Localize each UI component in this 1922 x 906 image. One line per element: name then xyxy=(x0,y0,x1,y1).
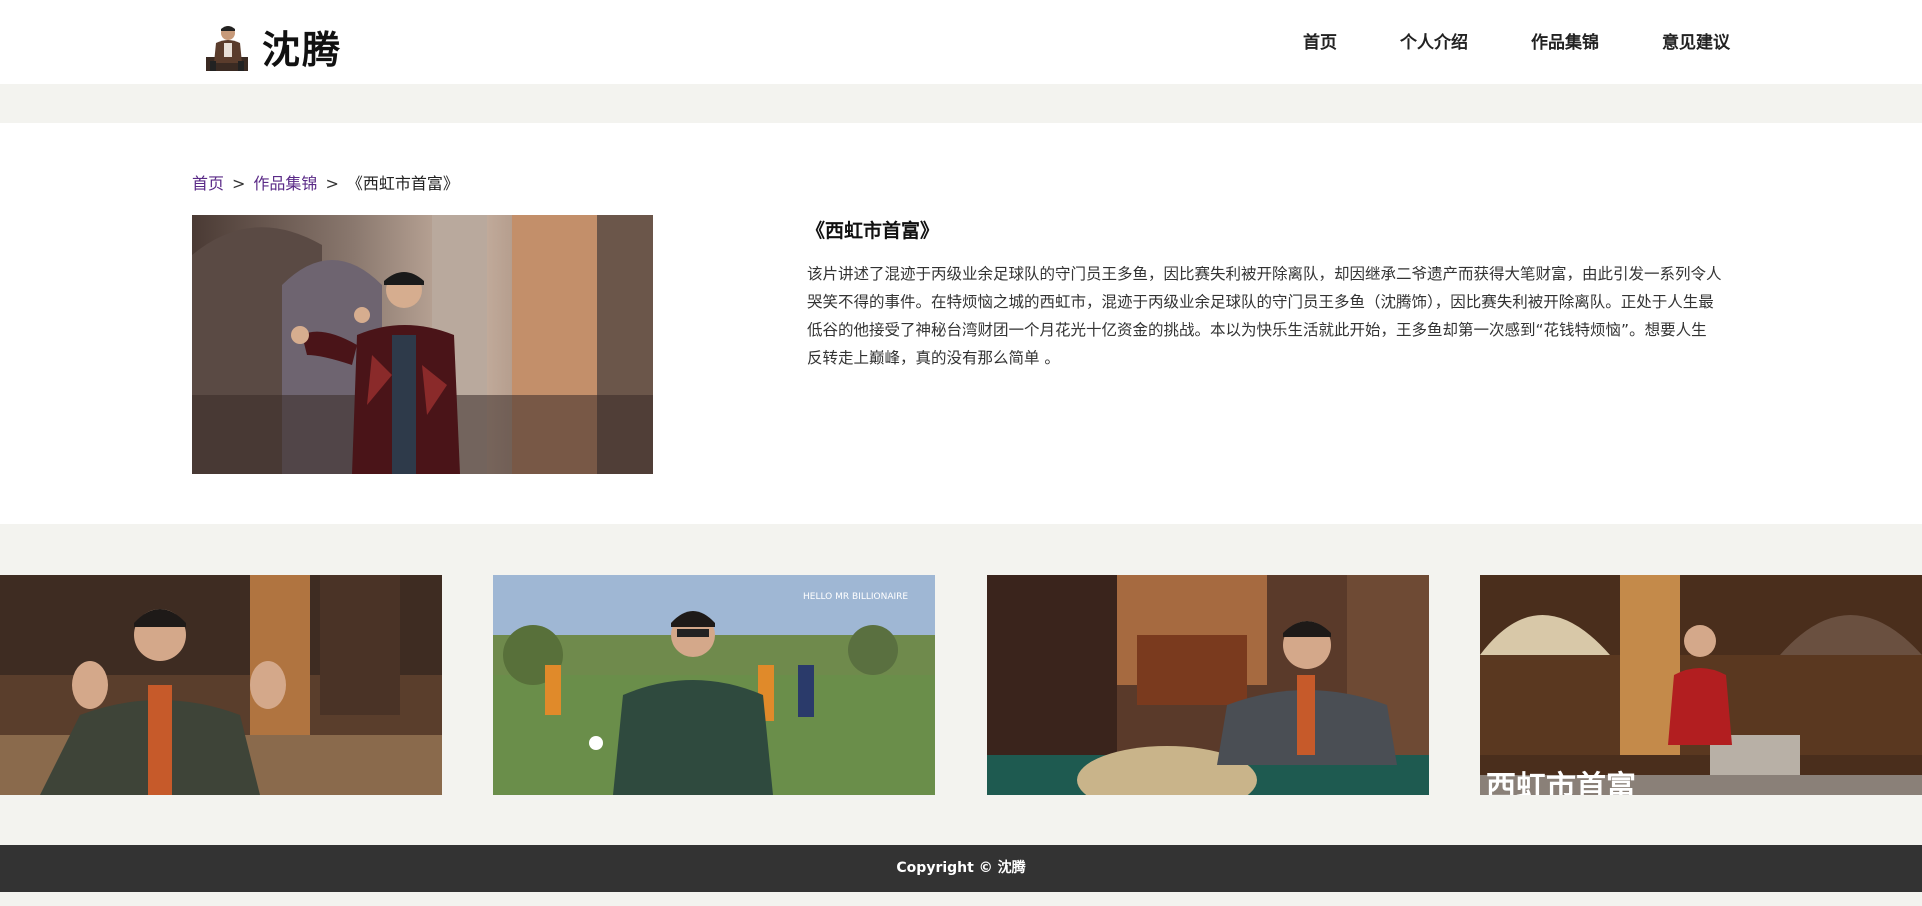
site-footer: Copyright © 沈腾 xyxy=(0,845,1922,892)
gallery-image-2[interactable]: HELLO MR BILLIONAIRE xyxy=(493,575,935,795)
breadcrumb: 首页 > 作品集锦 > 《西虹市首富》 xyxy=(192,173,459,195)
breadcrumb-separator: > xyxy=(325,174,339,193)
breadcrumb-current: 《西虹市首富》 xyxy=(346,174,459,193)
logo-text: 沈腾 xyxy=(262,27,343,72)
gallery-image-4[interactable]: 西虹市首富 xyxy=(1480,575,1922,795)
site-logo[interactable]: 沈腾 xyxy=(204,20,342,72)
main-nav: 首页 个人介绍 作品集锦 意见建议 xyxy=(1240,30,1730,56)
gallery-caption-2: HELLO MR BILLIONAIRE xyxy=(803,592,908,602)
work-title: 《西虹市首富》 xyxy=(806,220,940,242)
breadcrumb-separator: > xyxy=(232,174,246,193)
breadcrumb-works-link[interactable]: 作品集锦 xyxy=(253,174,317,193)
gallery: HELLO MR BILLIONAIRE 西虹市首富 xyxy=(0,575,1922,795)
nav-item-home[interactable]: 首页 xyxy=(1303,30,1337,56)
nav-item-works[interactable]: 作品集锦 xyxy=(1531,30,1599,56)
logo-portrait-icon xyxy=(204,21,250,71)
site-header: 沈腾 首页 个人介绍 作品集锦 意见建议 xyxy=(0,0,1922,84)
gallery-image-3[interactable] xyxy=(987,575,1429,795)
copyright-text: Copyright © 沈腾 xyxy=(896,860,1026,876)
nav-item-profile[interactable]: 个人介绍 xyxy=(1400,30,1468,56)
gallery-image-1[interactable] xyxy=(0,575,442,795)
work-detail-section: 首页 > 作品集锦 > 《西虹市首富》 《西虹市首富》 该片讲述了混迹于丙级业余… xyxy=(0,123,1922,524)
gallery-caption-4: 西虹市首富 xyxy=(1486,770,1636,795)
breadcrumb-home-link[interactable]: 首页 xyxy=(192,174,224,193)
work-poster-image xyxy=(192,215,653,474)
work-description: 该片讲述了混迹于丙级业余足球队的守门员王多鱼，因比赛失利被开除离队，却因继承二爷… xyxy=(807,265,1722,367)
nav-item-feedback[interactable]: 意见建议 xyxy=(1662,30,1730,56)
